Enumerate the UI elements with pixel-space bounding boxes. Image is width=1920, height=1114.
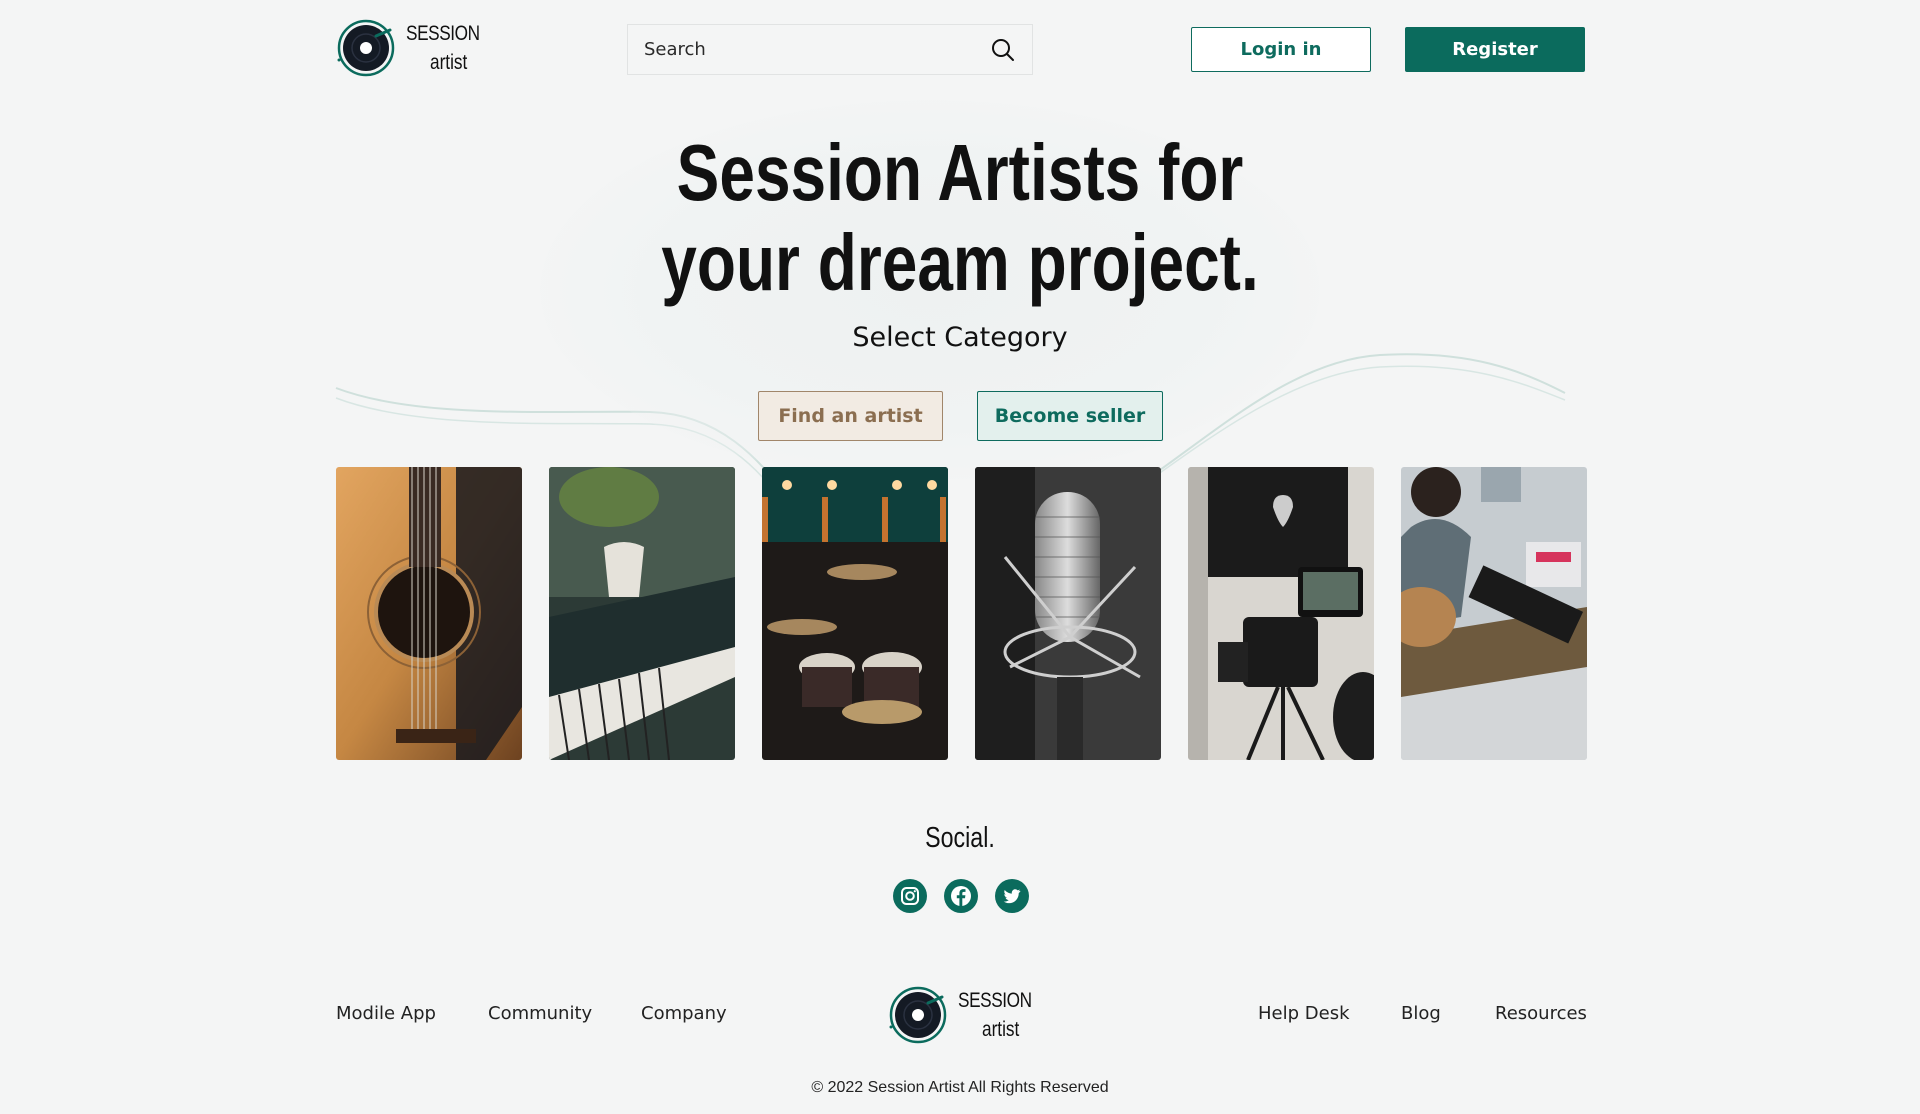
footer-link-resources[interactable]: Resources xyxy=(1495,1003,1587,1024)
search-input[interactable] xyxy=(644,39,990,60)
category-tile-video[interactable] xyxy=(1188,467,1374,760)
category-tile-drums[interactable] xyxy=(762,467,948,760)
footer-link-blog[interactable]: Blog xyxy=(1401,1003,1441,1024)
page: SESSION artist Login in Register Session… xyxy=(0,0,1920,1114)
guitarist-keyboard-photo xyxy=(1401,467,1587,760)
category-tile-vocals[interactable] xyxy=(975,467,1161,760)
footer-logo-line1: SESSION xyxy=(958,989,1032,1012)
acoustic-guitar-photo xyxy=(336,467,522,760)
vinyl-disc-icon xyxy=(337,19,395,77)
select-category-label: Select Category xyxy=(852,322,1068,353)
logo-line2: artist xyxy=(430,51,468,74)
find-artist-button[interactable]: Find an artist xyxy=(758,391,943,441)
footer-logo[interactable]: SESSION artist xyxy=(888,985,1048,1045)
logo-line1: SESSION xyxy=(406,22,480,45)
footer-link-mobile-app[interactable]: Modile App xyxy=(336,1003,436,1024)
copyright-text: © 2022 Session Artist All Rights Reserve… xyxy=(811,1079,1109,1096)
search-icon[interactable] xyxy=(990,37,1016,63)
footer-logo-line2: artist xyxy=(982,1018,1020,1041)
social-links xyxy=(893,879,1029,913)
become-seller-button[interactable]: Become seller xyxy=(977,391,1163,441)
login-button[interactable]: Login in xyxy=(1191,27,1371,72)
category-tile-piano[interactable] xyxy=(549,467,735,760)
hero-title: Session Artists for your dream project. xyxy=(640,128,1280,308)
social-heading: Social. xyxy=(925,822,995,854)
twitter-icon[interactable] xyxy=(995,879,1029,913)
category-gallery xyxy=(336,467,1587,760)
site-logo[interactable]: SESSION artist xyxy=(336,18,496,78)
search-bar xyxy=(627,24,1033,75)
register-button[interactable]: Register xyxy=(1405,27,1585,72)
piano-photo xyxy=(549,467,735,760)
category-tile-producer[interactable] xyxy=(1401,467,1587,760)
video-camera-photo xyxy=(1188,467,1374,760)
instagram-icon[interactable] xyxy=(893,879,927,913)
footer-link-help-desk[interactable]: Help Desk xyxy=(1258,1003,1350,1024)
hero-title-line2: your dream project. xyxy=(661,218,1259,307)
facebook-icon[interactable] xyxy=(944,879,978,913)
hero-title-line1: Session Artists for xyxy=(676,128,1244,217)
vinyl-disc-icon xyxy=(889,986,947,1044)
footer-link-community[interactable]: Community xyxy=(488,1003,592,1024)
studio-microphone-photo xyxy=(975,467,1161,760)
footer-link-company[interactable]: Company xyxy=(641,1003,727,1024)
category-tile-guitar[interactable] xyxy=(336,467,522,760)
drum-kit-photo xyxy=(762,467,948,760)
